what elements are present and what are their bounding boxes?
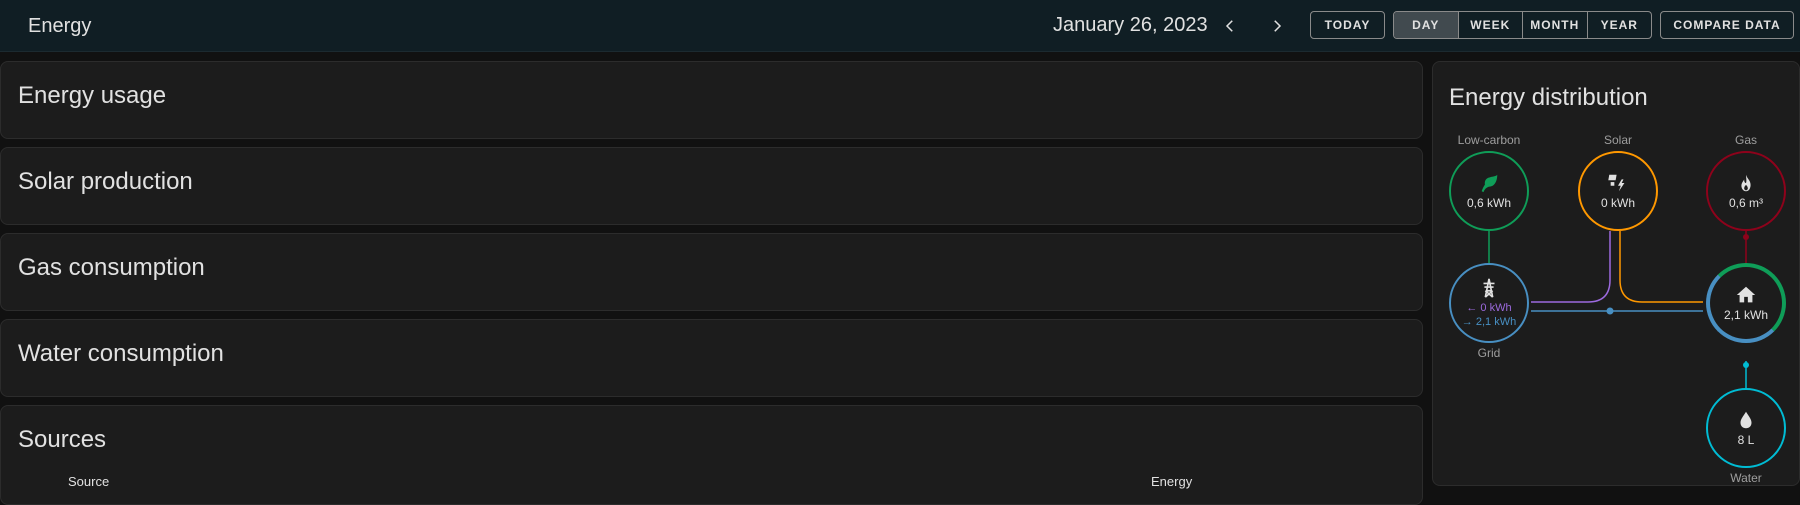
date-label: January 26, 2023 <box>1053 14 1208 36</box>
low-carbon-value: 0,6 kWh <box>1466 196 1511 210</box>
card-title: Sources <box>18 426 107 453</box>
flow-dot-grid <box>1606 307 1614 315</box>
sources-card: Sources Source Energy <box>0 405 1423 505</box>
low-carbon-label: Low-carbon <box>1457 133 1521 147</box>
solar-production-card: Solar production <box>0 147 1423 225</box>
solar-node[interactable]: 0 kWh <box>1578 151 1658 231</box>
gas-node[interactable]: 0,6 m³ <box>1706 151 1786 231</box>
flow-line-solar-grid <box>1531 231 1611 303</box>
next-period-button[interactable] <box>1261 10 1293 42</box>
grid-label: Grid <box>1477 346 1501 360</box>
water-label: Water <box>1730 471 1762 485</box>
low-carbon-node[interactable]: 0,6 kWh <box>1449 151 1529 231</box>
chevron-right-icon <box>1274 20 1282 32</box>
gas-label: Gas <box>1734 133 1757 147</box>
compare-data-button[interactable]: COMPARE DATA <box>1660 11 1794 39</box>
grid-node[interactable]: ← 0 kWh → 2,1 kWh <box>1449 263 1529 343</box>
flow-dot-water <box>1743 362 1749 368</box>
water-drop-icon <box>1740 411 1752 429</box>
solar-label: Solar <box>1603 133 1632 147</box>
period-week-button[interactable]: WEEK <box>1459 12 1523 38</box>
home-value: 2,1 kWh <box>1723 308 1768 322</box>
grid-return-value: ← 0 kWh <box>1466 302 1512 314</box>
previous-period-button[interactable] <box>1214 10 1246 42</box>
water-consumption-card: Water consumption <box>0 319 1423 397</box>
column-header-source: Source <box>68 474 110 489</box>
period-day-button[interactable]: DAY <box>1394 12 1459 38</box>
card-title: Solar production <box>18 168 193 195</box>
flow-line-solar-home <box>1619 231 1703 303</box>
home-node[interactable]: 2,1 kWh <box>1706 263 1786 343</box>
gas-consumption-card: Gas consumption <box>0 233 1423 311</box>
gas-value: 0,6 m³ <box>1728 196 1763 210</box>
card-title: Gas consumption <box>18 254 205 281</box>
energy-distribution-card: Energy distribution Low-carbon 0,6 kWh S… <box>1432 61 1800 486</box>
grid-consumption-value: → 2,1 kWh <box>1461 316 1517 328</box>
period-month-button[interactable]: MONTH <box>1523 12 1588 38</box>
solar-power-icon <box>1608 174 1625 192</box>
water-value: 8 L <box>1737 433 1755 447</box>
page-title: Energy <box>28 15 92 37</box>
card-title: Energy usage <box>18 82 167 109</box>
flow-dot-gas <box>1743 234 1749 240</box>
card-title: Water consumption <box>18 340 224 367</box>
column-header-energy: Energy <box>1151 474 1193 489</box>
home-icon <box>1736 286 1756 303</box>
top-app-bar: Energy January 26, 2023 TODAY DAY WEEK M… <box>0 0 1800 52</box>
energy-usage-card: Energy usage <box>0 61 1423 139</box>
water-node[interactable]: 8 L <box>1706 388 1786 468</box>
fire-icon <box>1741 174 1751 192</box>
grid-values: ← 0 kWh → 2,1 kWh <box>1462 301 1516 329</box>
period-year-button[interactable]: YEAR <box>1588 12 1652 38</box>
today-button[interactable]: TODAY <box>1310 11 1385 39</box>
leaf-icon <box>1481 174 1498 193</box>
period-selector: DAY WEEK MONTH YEAR <box>1393 11 1652 39</box>
transmission-tower-icon <box>1483 278 1495 298</box>
solar-value: 0 kWh <box>1600 196 1635 210</box>
chevron-left-icon <box>1225 20 1233 32</box>
